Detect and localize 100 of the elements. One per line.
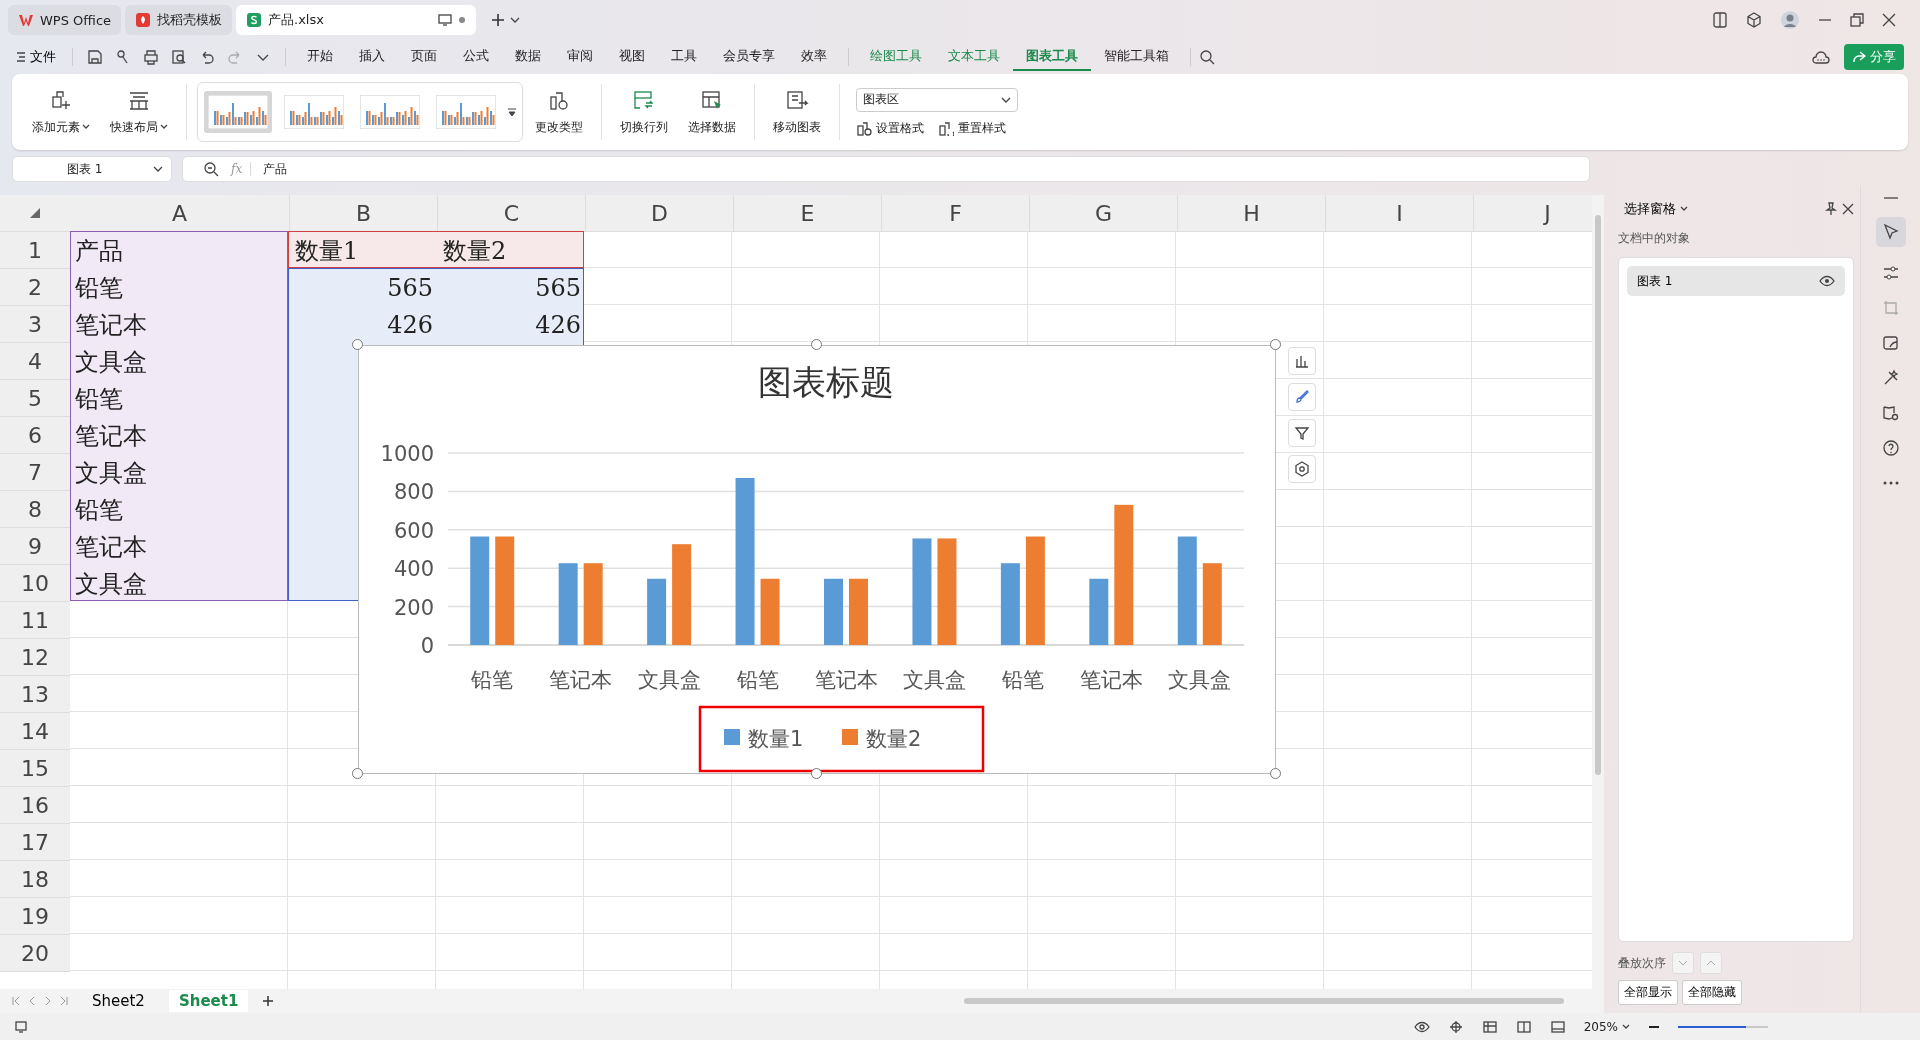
normal-view-icon[interactable]: [1481, 1019, 1498, 1034]
resize-handle[interactable]: [811, 768, 822, 779]
ribbon-button[interactable]: 快速布局: [102, 84, 176, 140]
ribbon-button[interactable]: 重置样式: [938, 119, 1006, 137]
column-header[interactable]: D: [586, 195, 734, 231]
cloud-icon[interactable]: [1812, 50, 1830, 64]
row-header[interactable]: 9: [0, 528, 70, 565]
ribbon-button[interactable]: 添加元素: [24, 84, 98, 140]
horizontal-scrollbar[interactable]: [964, 998, 1564, 1004]
ribbon-button[interactable]: 设置格式: [856, 119, 924, 137]
ribbon-button[interactable]: 切换行列: [612, 84, 676, 140]
row-header[interactable]: 7: [0, 454, 70, 491]
document-tab[interactable]: 找稻壳模板: [125, 5, 233, 35]
sheet-tab[interactable]: Sheet1: [168, 990, 249, 1012]
row-header[interactable]: 20: [0, 935, 70, 972]
sheet-tab[interactable]: Sheet2: [82, 990, 155, 1012]
more-styles-icon[interactable]: [508, 106, 516, 118]
row-header[interactable]: 2: [0, 269, 70, 306]
row-header[interactable]: 17: [0, 824, 70, 861]
close-icon[interactable]: [1882, 13, 1896, 27]
row-header[interactable]: 1: [0, 232, 70, 269]
ribbon-tab[interactable]: 图表工具: [1013, 43, 1091, 71]
print-icon[interactable]: [143, 49, 159, 65]
chart-element-dropdown[interactable]: 图表区: [856, 87, 1018, 112]
chart-area[interactable]: 图表标题 0 200 400 600 800 1000 铅笔 笔记本 文具盒 铅笔 笔记本 文具盒 铅笔 笔记本 文具盒 数量1 数量2: [358, 345, 1276, 774]
pin-icon[interactable]: [1824, 202, 1838, 216]
row-header[interactable]: 15: [0, 750, 70, 787]
ribbon-button[interactable]: 选择数据: [680, 84, 744, 140]
ribbon-tab[interactable]: 插入: [346, 43, 398, 71]
column-header[interactable]: F: [882, 195, 1030, 231]
ribbon-tab[interactable]: 数据: [502, 43, 554, 71]
zoom-slider[interactable]: [1678, 1025, 1746, 1028]
target-icon[interactable]: [1447, 1019, 1464, 1034]
close-icon[interactable]: [1842, 203, 1854, 215]
row-header[interactable]: 19: [0, 898, 70, 935]
tools-icon[interactable]: [1882, 369, 1900, 387]
print-preview-icon[interactable]: [171, 49, 187, 65]
cursor-icon[interactable]: [1882, 223, 1900, 241]
ribbon-tab[interactable]: 文本工具: [935, 43, 1013, 71]
last-sheet-icon[interactable]: [60, 996, 68, 1006]
ribbon-button[interactable]: 移动图表: [765, 84, 829, 140]
select-all-icon[interactable]: [29, 207, 41, 219]
column-header[interactable]: E: [734, 195, 882, 231]
formula-field[interactable]: fx 产品: [182, 156, 1590, 182]
chart-option-button[interactable]: [1288, 347, 1316, 375]
row-header[interactable]: 10: [0, 565, 70, 602]
pane-title[interactable]: 选择窗格: [1618, 200, 1688, 218]
row-header[interactable]: 18: [0, 861, 70, 898]
row-header[interactable]: 14: [0, 713, 70, 750]
page-break-icon[interactable]: [1549, 1019, 1566, 1034]
name-box[interactable]: 图表 1: [12, 156, 172, 182]
ribbon-tab[interactable]: 审阅: [554, 43, 606, 71]
row-header[interactable]: 11: [0, 602, 70, 639]
resize-handle[interactable]: [1270, 339, 1281, 350]
sliders-icon[interactable]: [1882, 264, 1900, 282]
caret-icon[interactable]: [510, 16, 521, 24]
file-menu[interactable]: 文件: [16, 48, 64, 66]
macro-icon[interactable]: [14, 1019, 28, 1034]
ribbon-tab[interactable]: 智能工具箱: [1091, 43, 1182, 71]
row-header[interactable]: 6: [0, 417, 70, 454]
next-sheet-icon[interactable]: [44, 996, 52, 1006]
cube-icon[interactable]: [1746, 12, 1762, 28]
column-header[interactable]: I: [1326, 195, 1474, 231]
zoom-level[interactable]: 205%: [1583, 1019, 1618, 1034]
chart-title[interactable]: 图表标题: [758, 362, 894, 402]
legend-item[interactable]: 数量1: [724, 727, 804, 751]
ribbon-tab[interactable]: 绘图工具: [857, 43, 935, 71]
avatar-icon[interactable]: [1780, 10, 1800, 30]
legend-item[interactable]: 数量2: [842, 727, 922, 751]
ribbon-button[interactable]: 更改类型: [527, 84, 591, 140]
page-layout-icon[interactable]: [1515, 1019, 1532, 1034]
row-header[interactable]: 3: [0, 306, 70, 343]
caret-icon[interactable]: [1622, 1023, 1630, 1030]
ribbon-tab[interactable]: 视图: [606, 43, 658, 71]
hide-all-button[interactable]: 全部隐藏: [1682, 980, 1742, 1005]
eye-icon[interactable]: [1819, 275, 1835, 287]
row-header[interactable]: 16: [0, 787, 70, 824]
chart-option-button[interactable]: [1288, 419, 1316, 447]
row-header[interactable]: 13: [0, 676, 70, 713]
row-header[interactable]: 8: [0, 491, 70, 528]
save-icon[interactable]: [87, 49, 103, 65]
ribbon-tab[interactable]: 工具: [658, 43, 710, 71]
chart-option-button[interactable]: [1288, 383, 1316, 411]
vertical-scrollbar[interactable]: [1595, 215, 1601, 775]
eye-icon[interactable]: [1413, 1019, 1430, 1034]
ribbon-tab[interactable]: 公式: [450, 43, 502, 71]
column-header[interactable]: H: [1178, 195, 1326, 231]
tablet-icon[interactable]: [1712, 12, 1728, 28]
ribbon-tab[interactable]: 页面: [398, 43, 450, 71]
show-all-button[interactable]: 全部显示: [1618, 980, 1678, 1005]
resize-handle[interactable]: [811, 339, 822, 350]
row-header[interactable]: 12: [0, 639, 70, 676]
collapse-icon[interactable]: [1883, 196, 1899, 200]
zoom-out-icon[interactable]: [1648, 1024, 1660, 1029]
resize-handle[interactable]: [1270, 768, 1281, 779]
object-item[interactable]: 图表 1: [1627, 266, 1845, 296]
column-header[interactable]: G: [1030, 195, 1178, 231]
book-search-icon[interactable]: [1882, 404, 1900, 422]
row-header[interactable]: 4: [0, 343, 70, 380]
new-tab-icon[interactable]: [490, 12, 507, 28]
